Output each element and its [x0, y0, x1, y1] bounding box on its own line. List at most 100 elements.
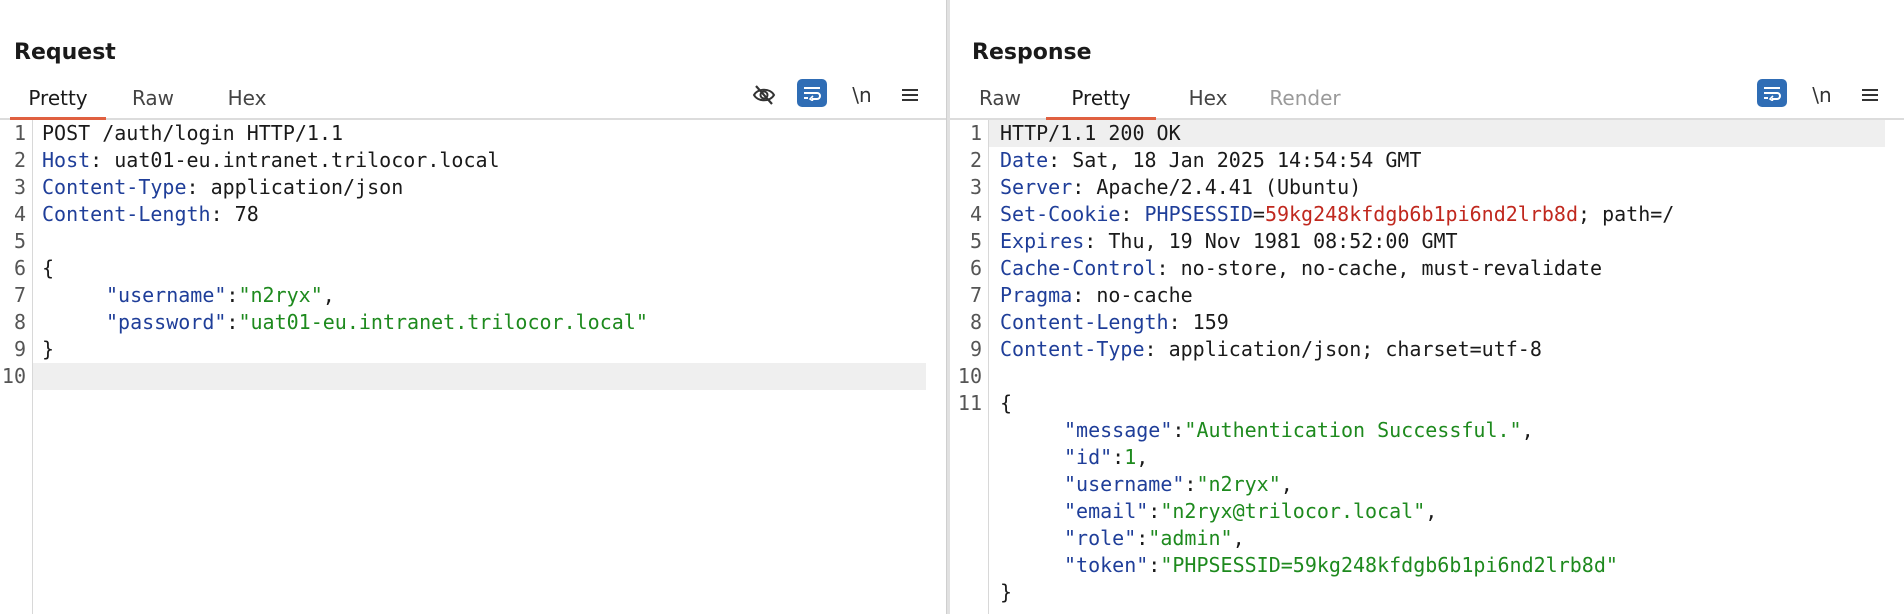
word-wrap-button[interactable] [797, 79, 827, 107]
header-value: Apache/2.4.41 (Ubuntu) [1096, 175, 1362, 199]
header-name: Set-Cookie [1000, 202, 1121, 226]
json-comma: , [1280, 472, 1293, 496]
header-value: no-store, no-cache, must-revalidate [1180, 256, 1603, 280]
header-name: Host [42, 148, 91, 172]
json-value: "n2ryx" [238, 283, 323, 307]
response-line: "email":"n2ryx@trilocor.local", [1064, 498, 1437, 525]
request-line: "username":"n2ryx", [106, 282, 335, 309]
header-name: Server [1000, 175, 1073, 199]
response-tab-raw[interactable]: Raw [970, 82, 1030, 114]
line-number: 2 [969, 148, 982, 172]
request-tab-pretty[interactable]: Pretty [10, 82, 106, 120]
response-line: } [1000, 580, 1013, 604]
json-key: "id" [1064, 445, 1113, 469]
line-number: 1 [13, 121, 26, 145]
header-separator: : [1120, 202, 1145, 226]
response-line: { [1000, 391, 1013, 415]
wrap-icon [1764, 87, 1781, 101]
header-value: uat01-eu.intranet.trilocor.local [114, 148, 500, 172]
request-tab-hex[interactable]: Hex [212, 82, 282, 114]
request-line: "password":"uat01-eu.intranet.trilocor.l… [106, 309, 648, 336]
hide-nonprintable-button[interactable] [748, 80, 780, 110]
response-line: Date: Sat, 18 Jan 2025 14:54:54 GMT [1000, 147, 1421, 174]
request-line: Content-Type: application/json [42, 174, 403, 201]
request-editor[interactable]: 1 2 3 4 5 6 7 8 9 10 POST /auth/login HT… [0, 120, 946, 614]
header-name: Expires [1000, 229, 1085, 253]
header-separator: : [210, 202, 235, 226]
header-name: Content-Type [42, 175, 187, 199]
json-separator: : [1112, 445, 1125, 469]
response-tab-hex[interactable]: Hex [1178, 82, 1238, 114]
response-line: HTTP/1.1 200 OK [1000, 121, 1181, 145]
json-comma: , [322, 283, 335, 307]
json-value: "admin" [1148, 526, 1233, 550]
request-menu-button[interactable] [894, 80, 926, 110]
response-line: "username":"n2ryx", [1064, 471, 1293, 498]
line-number: 8 [13, 310, 26, 334]
json-key: "password" [106, 310, 227, 334]
header-value: Thu, 19 Nov 1981 08:52:00 GMT [1108, 229, 1458, 253]
request-line: Content-Length: 78 [42, 201, 259, 228]
json-key: "email" [1064, 499, 1149, 523]
json-separator: : [1136, 526, 1149, 550]
request-gutter: 1 2 3 4 5 6 7 8 9 10 [0, 120, 33, 614]
line-number: 3 [969, 175, 982, 199]
response-line: "token":"PHPSESSID=59kg248kfdgb6b1pi6nd2… [1064, 552, 1618, 579]
response-line: "id":1, [1064, 444, 1148, 471]
line-number: 11 [957, 391, 982, 415]
line-number: 1 [969, 121, 982, 145]
header-value: 78 [234, 202, 259, 226]
header-name: Content-Length [1000, 310, 1169, 334]
line-number: 10 [1, 364, 26, 388]
json-separator: : [1148, 499, 1161, 523]
request-line: } [42, 337, 55, 361]
cookie-equals: = [1252, 202, 1265, 226]
cookie-attributes: ; path=/ [1578, 202, 1675, 226]
request-tab-raw[interactable]: Raw [118, 82, 188, 114]
json-separator: : [1148, 553, 1161, 577]
newline-toggle[interactable]: \n [846, 80, 878, 110]
line-number: 5 [969, 229, 982, 253]
response-gutter: 1 2 3 4 5 6 7 8 9 10 11 [950, 120, 989, 614]
json-key: "message" [1064, 418, 1173, 442]
response-line: "role":"admin", [1064, 525, 1245, 552]
line-number: 10 [957, 364, 982, 388]
line-number: 7 [13, 283, 26, 307]
json-key: "username" [1064, 472, 1185, 496]
response-panel: Response Raw Pretty Hex Render \n 1 2 3 … [950, 0, 1904, 614]
cookie-name: PHPSESSID [1144, 202, 1253, 226]
menu-icon [1862, 89, 1878, 101]
response-line: Expires: Thu, 19 Nov 1981 08:52:00 GMT [1000, 228, 1458, 255]
word-wrap-button[interactable] [1757, 79, 1787, 107]
request-title: Request [14, 40, 116, 65]
menu-icon [902, 89, 918, 101]
json-separator: : [226, 283, 239, 307]
header-name: Content-Type [1000, 337, 1145, 361]
json-key: "username" [106, 283, 227, 307]
json-value: "uat01-eu.intranet.trilocor.local" [238, 310, 648, 334]
response-menu-button[interactable] [1854, 80, 1886, 110]
eye-off-icon [752, 85, 776, 105]
response-line: Cache-Control: no-store, no-cache, must-… [1000, 255, 1602, 282]
response-line: Content-Type: application/json; charset=… [1000, 336, 1542, 363]
response-tab-render[interactable]: Render [1264, 82, 1346, 114]
line-number: 4 [13, 202, 26, 226]
json-value: "n2ryx" [1196, 472, 1281, 496]
response-title: Response [972, 40, 1092, 65]
header-value: no-cache [1096, 283, 1193, 307]
json-comma: , [1425, 499, 1438, 523]
header-name: Pragma [1000, 283, 1073, 307]
response-line: Set-Cookie: PHPSESSID=59kg248kfdgb6b1pi6… [1000, 201, 1674, 228]
newline-toggle[interactable]: \n [1806, 80, 1838, 110]
json-comma: , [1232, 526, 1245, 550]
header-separator: : [1168, 310, 1193, 334]
header-separator: : [1084, 229, 1109, 253]
header-value: application/json; charset=utf-8 [1168, 337, 1542, 361]
response-editor[interactable]: 1 2 3 4 5 6 7 8 9 10 11 HTTP/1.1 200 OK … [950, 120, 1904, 614]
line-number: 3 [13, 175, 26, 199]
header-name: Date [1000, 148, 1049, 172]
line-number: 9 [969, 337, 982, 361]
json-value: "PHPSESSID=59kg248kfdgb6b1pi6nd2lrb8d" [1160, 553, 1618, 577]
line-number: 6 [969, 256, 982, 280]
response-tab-pretty[interactable]: Pretty [1046, 82, 1156, 120]
